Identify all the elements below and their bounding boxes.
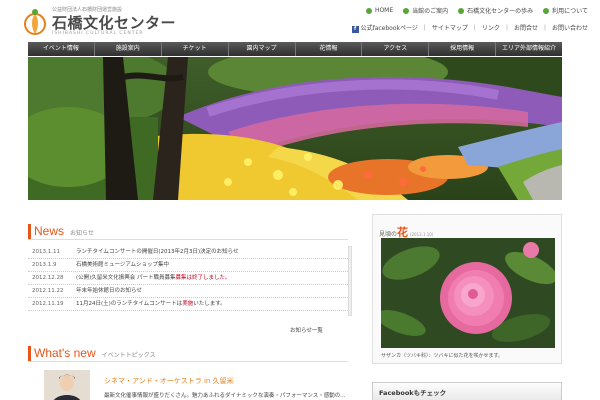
news-item[interactable]: 2012.12.28 (公開)久留米文化振興会 パート職員募集募集は終了しました… (28, 272, 348, 285)
sitemap-link[interactable]: サイトマップ (432, 23, 468, 33)
util-usage[interactable]: 利用について (543, 6, 588, 15)
facebook-icon: f (351, 26, 359, 33)
news-more-link[interactable]: お知らせ一覧 (290, 326, 323, 334)
bullet-icon (403, 7, 410, 14)
facebook-check-box[interactable]: Facebookもチェック (372, 382, 562, 400)
whatsnew-headline[interactable]: シネマ・アンド・オーケストラ in 久留米 (104, 376, 234, 386)
whatsnew-title-jp: イベントトピックス (101, 352, 156, 359)
bullet-icon (365, 7, 372, 14)
news-heading: News お知らせ (28, 224, 348, 240)
whatsnew-photo[interactable] (44, 370, 90, 400)
news-item[interactable]: 2013.1.11 ランチタイムコンサートの開催日(2013年2月3日)決定のお… (28, 246, 348, 259)
seasonal-flower-panel: 見頃の花 (2013.1.10) サザンカ（ツバキ科）：ツバキに似た花を咲かせま… (372, 214, 562, 364)
logo-english: ISHIBASHI CULTURAL CENTER (52, 31, 144, 36)
hero-image (28, 57, 562, 200)
news-text: 年末年始休館日のお知らせ (76, 288, 142, 294)
nav-facilities[interactable]: 施設案内 (95, 42, 162, 56)
news-item[interactable]: 2013.1.9 石橋美術館ミュージアムショップ集中 (28, 259, 348, 272)
separator: ｜ (503, 25, 510, 32)
nav-recruit[interactable]: 採用情報 (429, 42, 497, 56)
news-list: 2013.1.11 ランチタイムコンサートの開催日(2013年2月3日)決定のお… (28, 246, 348, 311)
news-item[interactable]: 2012.11.19 11月24日(土)のランチタイムコンサートは実施いたします… (28, 298, 348, 311)
util-home[interactable]: HOME (365, 6, 393, 15)
person-photo (44, 370, 90, 400)
facebook-check-label: Facebookもチェック (379, 389, 447, 397)
heading-accent-bar (28, 224, 31, 239)
site-logo[interactable]: 公益財団法人石橋財団運営施設 石橋文化センター ISHIBASHI CULTUR… (22, 6, 176, 38)
inquiry-link[interactable]: お問合せ (514, 23, 538, 33)
news-highlight: 実施 (182, 301, 194, 307)
logo-mark-icon (24, 9, 46, 35)
news-date: 2012.11.22 (32, 288, 64, 294)
heading-accent-bar (28, 346, 31, 361)
logo-title: 石橋文化センター (52, 14, 177, 32)
main-nav: イベント情報 施設案内 チケット 園内マップ 花情報 アクセス 採用情報 エリア… (28, 42, 562, 56)
news-title-jp: お知らせ (70, 230, 94, 237)
news-date: 2013.1.9 (32, 262, 57, 268)
separator: ｜ (541, 25, 548, 32)
separator: ｜ (471, 25, 478, 32)
whatsnew-heading: What's new イベントトピックス (28, 346, 348, 362)
news-highlight: 募集は終了しました。 (175, 275, 231, 281)
nav-area-info[interactable]: エリア外部情報紹介 (496, 42, 562, 56)
news-text: (公開)久留米文化振興会 パート職員募集募集は終了しました。 (76, 275, 231, 281)
contact-link[interactable]: お問い合わせ (552, 23, 588, 33)
news-text: 石橋美術館ミュージアムショップ集中 (76, 262, 170, 268)
nav-tickets[interactable]: チケット (162, 42, 229, 56)
nav-map[interactable]: 園内マップ (229, 42, 296, 56)
news-date: 2012.11.19 (32, 301, 64, 307)
flower-caption: サザンカ（ツバキ科）：ツバキに似た花を咲かせます。 (381, 353, 504, 359)
news-title-en: News (34, 224, 65, 238)
util-history[interactable]: 石橋文化センターの歩み (458, 6, 533, 15)
util-about[interactable]: 当館のご案内 (403, 6, 448, 15)
bullet-icon (543, 7, 550, 14)
site-header: 公益財団法人石橋財団運営施設 石橋文化センター ISHIBASHI CULTUR… (0, 0, 600, 42)
nav-flowers[interactable]: 花情報 (296, 42, 363, 56)
news-text: 11月24日(土)のランチタイムコンサートは実施いたします。 (76, 301, 226, 307)
news-date: 2012.12.28 (32, 275, 64, 281)
separator: ｜ (421, 25, 428, 32)
utility-nav: HOME 当館のご案内 石橋文化センターの歩み 利用について (365, 6, 588, 15)
flower-photo[interactable] (381, 238, 555, 348)
news-text: ランチタイムコンサートの開催日(2013年2月3日)決定のお知らせ (76, 249, 239, 255)
facebook-link[interactable]: f 公式facebookページ (351, 23, 418, 33)
whatsnew-title-en: What's new (34, 346, 96, 360)
garden-photo (28, 57, 562, 200)
bullet-icon (458, 7, 465, 14)
news-scrollbar[interactable] (348, 246, 352, 316)
links-link[interactable]: リンク (482, 23, 500, 33)
nav-access[interactable]: アクセス (362, 42, 430, 56)
news-date: 2013.1.11 (32, 249, 60, 255)
sub-nav: f 公式facebookページ ｜ サイトマップ ｜ リンク ｜ お問合せ ｜ お… (351, 23, 588, 33)
camellia-photo (381, 238, 555, 348)
nav-events[interactable]: イベント情報 (28, 42, 95, 56)
whatsnew-body: 最新文化催事情報が盛りだくさん。魅力あふれるダイナミックな演奏・パフォーマンス・… (104, 393, 346, 399)
news-item[interactable]: 2012.11.22 年末年始休館日のお知らせ (28, 285, 348, 298)
